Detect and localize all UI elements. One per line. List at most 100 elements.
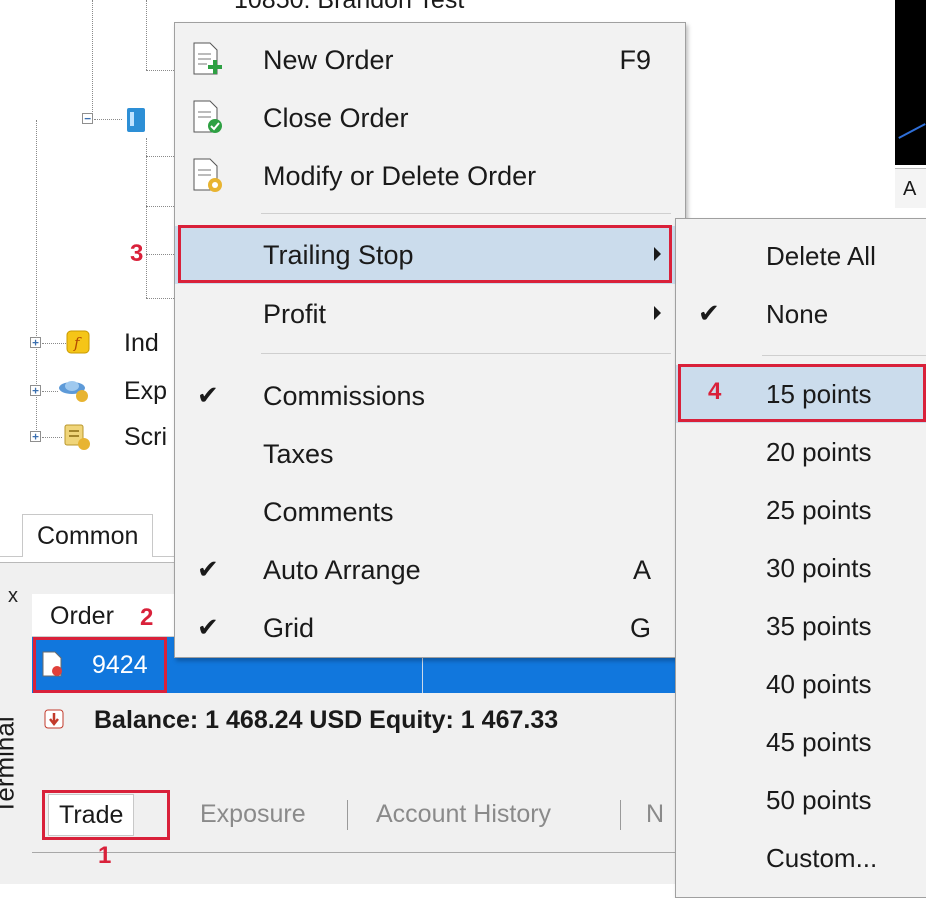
tree-line <box>42 391 58 392</box>
submenu-item-25-points[interactable]: 25 points <box>676 481 926 539</box>
annotation-box-trailing-stop <box>178 225 672 283</box>
navigator-item-experts[interactable]: Exp <box>124 376 167 406</box>
context-menu: New Order F9 Close Order Modify or Delet… <box>174 22 686 658</box>
close-icon[interactable]: x <box>8 585 18 608</box>
submenu-item-none[interactable]: ✔ None <box>676 285 926 343</box>
menu-item-label: Auto Arrange <box>263 555 421 585</box>
checkmark-icon: ✔ <box>197 612 219 642</box>
menu-shortcut: F9 <box>619 45 651 75</box>
tree-line <box>42 437 62 438</box>
chart-tab-label[interactable]: A <box>895 168 926 208</box>
submenu-item-label: 50 points <box>766 785 872 815</box>
annotation-step-3: 3 <box>130 240 144 267</box>
menu-separator <box>261 353 671 354</box>
tree-line <box>42 343 66 344</box>
tab-news[interactable]: N <box>646 794 664 834</box>
submenu-item-delete-all[interactable]: Delete All <box>676 227 926 285</box>
submenu-item-30-points[interactable]: 30 points <box>676 539 926 597</box>
column-order[interactable]: Order <box>50 600 114 632</box>
chart-area <box>895 0 926 165</box>
menu-item-comments[interactable]: Comments <box>175 483 685 541</box>
collapse-icon[interactable]: − <box>82 113 93 124</box>
menu-separator <box>261 213 671 214</box>
navigator-tabs: Common <box>0 508 180 557</box>
menu-item-label: Comments <box>263 497 394 527</box>
balance-summary: Balance: 1 468.24 USD Equity: 1 467.33 <box>94 706 559 734</box>
indicator-icon: f <box>66 330 90 354</box>
menu-item-label: Grid <box>263 613 315 643</box>
submenu-item-label: Custom... <box>766 843 878 873</box>
tree-line <box>92 0 93 120</box>
menu-item-label: New Order <box>263 45 394 75</box>
submenu-item-label: Delete All <box>766 241 876 271</box>
submenu-item-40-points[interactable]: 40 points <box>676 655 926 713</box>
expand-icon[interactable]: + <box>30 337 41 348</box>
tree-line <box>146 298 176 299</box>
script-icon <box>64 424 90 450</box>
menu-item-close-order[interactable]: Close Order <box>175 89 685 147</box>
submenu-item-label: 45 points <box>766 727 872 757</box>
submenu-item-45-points[interactable]: 45 points <box>676 713 926 771</box>
menu-shortcut: G <box>629 613 651 643</box>
annotation-box-order <box>33 637 167 693</box>
navigator-item-indicators[interactable]: Ind <box>124 328 159 358</box>
submenu-item-35-points[interactable]: 35 points <box>676 597 926 655</box>
tab-separator <box>620 800 621 830</box>
menu-item-taxes[interactable]: Taxes <box>175 425 685 483</box>
navigator-item-scripts[interactable]: Scri <box>124 422 167 452</box>
terminal-vertical-label: Terminal <box>0 716 20 815</box>
submenu-item-custom[interactable]: Custom... <box>676 829 926 887</box>
tab-common[interactable]: Common <box>22 514 154 557</box>
menu-item-label: Taxes <box>263 439 334 469</box>
menu-separator <box>762 355 926 356</box>
annotation-step-1: 1 <box>98 842 112 869</box>
submenu-item-50-points[interactable]: 50 points <box>676 771 926 829</box>
menu-item-label: Close Order <box>263 103 409 133</box>
expert-advisor-icon <box>59 381 88 402</box>
submenu-item-20-points[interactable]: 20 points <box>676 423 926 481</box>
trailing-stop-submenu: Delete All ✔ None 15 points 20 points 25… <box>675 218 926 898</box>
submenu-item-label: 30 points <box>766 553 872 583</box>
expand-icon[interactable]: + <box>30 385 41 396</box>
annotation-step-2: 2 <box>140 604 154 631</box>
submenu-item-label: 25 points <box>766 495 872 525</box>
submenu-arrow-icon <box>654 306 661 320</box>
submenu-item-label: 35 points <box>766 611 872 641</box>
chart-line <box>898 123 926 139</box>
menu-item-auto-arrange[interactable]: ✔ Auto Arrange A <box>175 541 685 599</box>
checkmark-icon: ✔ <box>197 380 219 410</box>
tab-account-history[interactable]: Account History <box>376 794 551 834</box>
arrow-down-icon <box>44 709 64 729</box>
submenu-item-label: 40 points <box>766 669 872 699</box>
menu-item-label: Commissions <box>263 381 426 411</box>
menu-item-label: Profit <box>263 299 327 329</box>
tree-line <box>146 0 147 70</box>
menu-item-grid[interactable]: ✔ Grid G <box>175 599 685 657</box>
menu-item-modify-order[interactable]: Modify or Delete Order <box>175 147 685 205</box>
menu-item-new-order[interactable]: New Order F9 <box>175 31 685 89</box>
tree-line <box>146 206 176 207</box>
tree-line <box>146 138 147 298</box>
menu-item-profit[interactable]: Profit <box>175 285 685 343</box>
annotation-step-4: 4 <box>708 378 722 405</box>
modify-order-icon <box>193 158 222 192</box>
submenu-item-label: 20 points <box>766 437 872 467</box>
terminal-side-label: Terminal <box>0 640 30 880</box>
menu-item-label: Modify or Delete Order <box>263 161 537 191</box>
tab-separator <box>347 800 348 830</box>
tree-line <box>146 156 176 157</box>
menu-shortcut: A <box>632 555 651 585</box>
tab-exposure[interactable]: Exposure <box>200 794 306 834</box>
checkmark-icon: ✔ <box>698 298 720 328</box>
checkmark-icon: ✔ <box>197 554 219 584</box>
tree-line <box>94 119 122 120</box>
submenu-item-label: None <box>766 299 829 329</box>
tree-line <box>146 254 176 255</box>
new-order-icon <box>193 42 222 75</box>
server-icon <box>127 108 145 132</box>
tree-line <box>146 70 176 71</box>
account-item-label[interactable]: 10850: Brandon Test <box>234 0 464 15</box>
annotation-box-trade <box>42 790 170 840</box>
menu-item-commissions[interactable]: ✔ Commissions <box>175 367 685 425</box>
expand-icon[interactable]: + <box>30 431 41 442</box>
